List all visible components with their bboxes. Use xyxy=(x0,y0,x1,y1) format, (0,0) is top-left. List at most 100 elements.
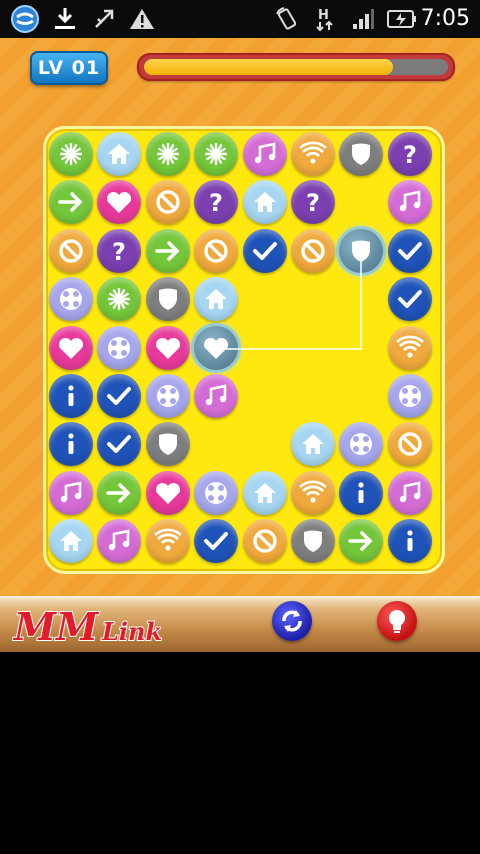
heart-icon xyxy=(155,337,180,359)
question-icon: ? xyxy=(306,189,320,217)
shuffle-icon xyxy=(282,610,302,632)
game-area: LV 01 ???? xyxy=(0,38,480,596)
arrow-tile[interactable] xyxy=(49,180,93,225)
info-tile[interactable] xyxy=(339,470,384,515)
info-icon xyxy=(68,385,74,406)
arrow-tile[interactable] xyxy=(97,470,142,515)
check-tile[interactable] xyxy=(97,374,142,418)
music-tile[interactable] xyxy=(97,519,142,564)
shuffle-button[interactable] xyxy=(272,601,312,641)
dots-tile[interactable] xyxy=(145,374,190,418)
heart-tile[interactable] xyxy=(97,180,142,225)
dots-icon xyxy=(60,288,82,311)
house-tile[interactable] xyxy=(242,470,287,515)
question-icon: ? xyxy=(403,141,417,169)
svg-text:MM: MM xyxy=(12,604,99,648)
warning-icon xyxy=(128,4,156,34)
hint-button[interactable] xyxy=(377,601,417,641)
dots-tile[interactable] xyxy=(49,277,93,322)
heart-tile-selected[interactable] xyxy=(194,325,239,370)
info-icon xyxy=(358,482,364,503)
svg-text:?: ? xyxy=(209,189,223,217)
wifi-tile[interactable] xyxy=(387,325,432,370)
shield-tile[interactable] xyxy=(145,277,190,322)
dots-tile[interactable] xyxy=(97,325,142,370)
ban-icon xyxy=(59,239,83,263)
check-tile[interactable] xyxy=(387,277,432,322)
sunburst-tile[interactable] xyxy=(97,277,142,322)
house-tile[interactable] xyxy=(242,180,287,225)
wifi-icon xyxy=(395,335,424,358)
arrow-tile[interactable] xyxy=(145,228,190,273)
arrow-tile[interactable] xyxy=(339,519,384,564)
check-tile[interactable] xyxy=(242,228,287,273)
download-icon xyxy=(50,4,80,34)
shield-tile[interactable] xyxy=(339,132,384,176)
heart-tile[interactable] xyxy=(49,325,93,370)
info-tile[interactable] xyxy=(387,519,432,564)
question-tile[interactable]: ? xyxy=(387,132,432,176)
house-tile[interactable] xyxy=(194,277,239,322)
music-icon xyxy=(109,529,130,551)
music-tile[interactable] xyxy=(49,470,93,515)
music-tile[interactable] xyxy=(194,374,239,418)
dots-icon xyxy=(108,336,131,359)
check-tile[interactable] xyxy=(194,519,239,564)
house-icon xyxy=(253,482,276,503)
game-board: ???? xyxy=(43,126,445,574)
wifi-tile[interactable] xyxy=(291,470,335,515)
wifi-tile[interactable] xyxy=(291,132,335,176)
check-tile[interactable] xyxy=(387,228,432,273)
dots-tile[interactable] xyxy=(387,374,432,418)
house-tile[interactable] xyxy=(49,519,93,564)
sunburst-tile[interactable] xyxy=(49,132,93,176)
check-icon xyxy=(204,532,229,551)
heart-tile[interactable] xyxy=(145,325,190,370)
dots-icon xyxy=(398,385,421,407)
question-tile[interactable]: ? xyxy=(194,180,239,225)
check-icon xyxy=(107,435,132,454)
shield-tile-selected[interactable] xyxy=(339,228,384,273)
question-tile[interactable]: ? xyxy=(291,180,335,225)
ban-tile[interactable] xyxy=(242,519,287,564)
question-icon: ? xyxy=(209,189,223,217)
arrow-icon xyxy=(154,240,180,261)
shield-tile[interactable] xyxy=(291,519,335,564)
sunburst-tile[interactable] xyxy=(145,132,190,176)
house-tile[interactable] xyxy=(291,422,335,467)
music-tile[interactable] xyxy=(387,180,432,225)
check-icon xyxy=(107,387,132,405)
check-tile[interactable] xyxy=(97,422,142,467)
ban-tile[interactable] xyxy=(387,422,432,467)
svg-text:Link: Link xyxy=(101,617,162,646)
sunburst-tile[interactable] xyxy=(194,132,239,176)
house-tile[interactable] xyxy=(97,132,142,176)
info-tile[interactable] xyxy=(49,422,93,467)
hint-bulb-icon xyxy=(389,610,405,633)
question-tile[interactable]: ? xyxy=(97,228,142,273)
house-icon xyxy=(60,531,82,552)
house-icon xyxy=(302,434,324,455)
music-tile[interactable] xyxy=(242,132,287,176)
shield-icon xyxy=(352,143,371,165)
ban-tile[interactable] xyxy=(49,228,93,273)
h-data-icon: H xyxy=(312,4,338,34)
shield-tile[interactable] xyxy=(145,422,190,467)
ban-tile[interactable] xyxy=(145,180,190,225)
wifi-icon xyxy=(299,480,327,503)
ban-tile[interactable] xyxy=(194,228,239,273)
ban-tile[interactable] xyxy=(291,228,335,273)
info-icon xyxy=(68,433,74,455)
music-tile[interactable] xyxy=(387,470,432,515)
dots-tile[interactable] xyxy=(339,422,384,467)
shield-icon xyxy=(158,288,177,311)
svg-text:?: ? xyxy=(306,189,320,217)
dots-tile[interactable] xyxy=(194,470,239,515)
wifi-tile[interactable] xyxy=(145,519,190,564)
svg-text:H: H xyxy=(318,8,329,23)
wifi-icon xyxy=(299,141,327,164)
heart-tile[interactable] xyxy=(145,470,190,515)
info-tile[interactable] xyxy=(49,374,93,418)
info-icon xyxy=(407,530,413,552)
ban-icon xyxy=(252,529,277,553)
